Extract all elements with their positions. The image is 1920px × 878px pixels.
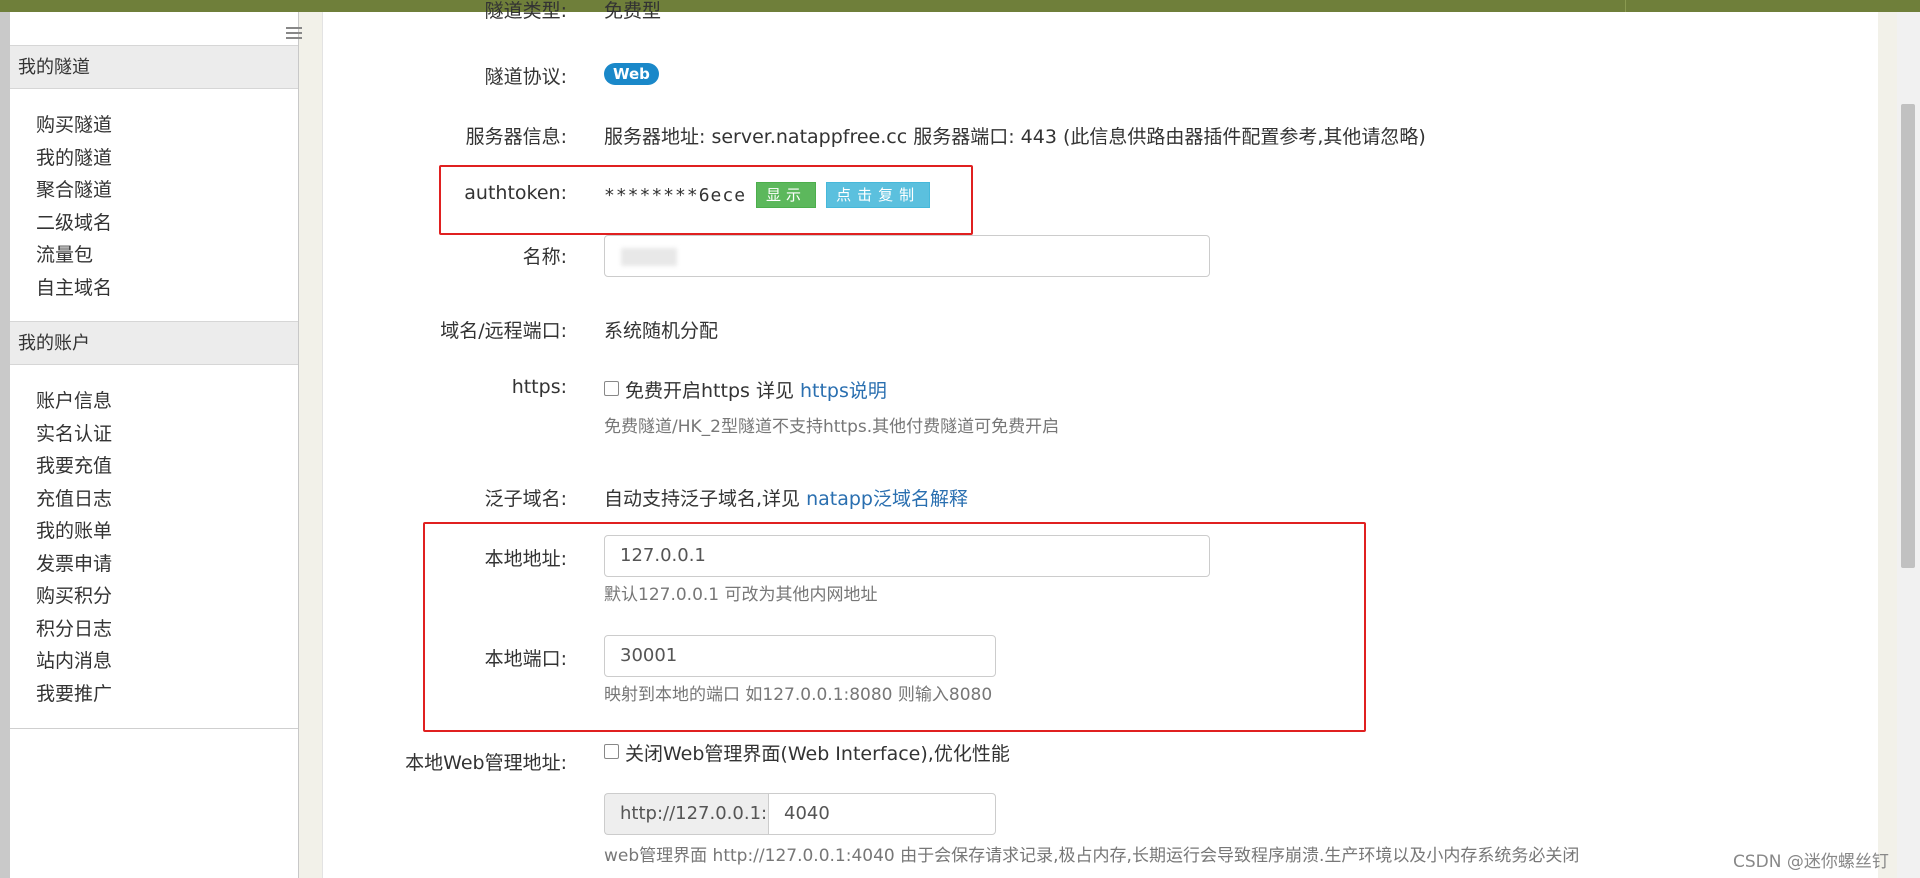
menu-toggle-icon[interactable] [286, 27, 302, 41]
https-checkbox-wrap: 免费开启https 详见 https说明 [604, 376, 887, 403]
sidebar-item-promote[interactable]: 我要推广 [36, 678, 112, 711]
https-doc-link[interactable]: https说明 [800, 380, 887, 402]
https-help: 免费隧道/HK_2型隧道不支持https.其他付费隧道可免费开启 [604, 417, 1060, 437]
web-admin-checkbox[interactable] [604, 744, 619, 759]
server-info-value: 服务器地址: server.natappfree.cc 服务器端口: 443 (… [604, 126, 1426, 148]
sidebar-item-real-name[interactable]: 实名认证 [36, 418, 112, 451]
wildcard-label: 泛子域名: [484, 488, 567, 510]
domain-port-label: 域名/远程端口: [440, 320, 567, 342]
wildcard-doc-link[interactable]: natapp泛域名解释 [806, 488, 968, 510]
sidebar-item-buy-points[interactable]: 购买积分 [36, 580, 112, 613]
protocol-label: 隧道协议: [484, 66, 567, 88]
top-bar-divider [1625, 0, 1626, 12]
sidebar-item-my-tunnel[interactable]: 我的隧道 [36, 142, 112, 175]
domain-port-value: 系统随机分配 [604, 320, 719, 342]
sidebar: 我的隧道 购买隧道 我的隧道 聚合隧道 二级域名 流量包 自主域名 我的账户 账… [10, 12, 302, 878]
highlight-box-authtoken [439, 165, 973, 235]
https-checkbox[interactable] [604, 381, 619, 396]
name-label: 名称: [522, 246, 567, 268]
sidebar-item-aggregate-tunnel[interactable]: 聚合隧道 [36, 174, 112, 207]
tunnel-form-panel: 隧道类型: 免费型 隧道协议: Web 服务器信息: 服务器地址: server… [322, 0, 1878, 878]
sidebar-item-buy-tunnel[interactable]: 购买隧道 [36, 109, 112, 142]
sidebar-edge [0, 12, 10, 878]
sidebar-item-account-info[interactable]: 账户信息 [36, 385, 112, 418]
sidebar-item-recharge-log[interactable]: 充值日志 [36, 483, 112, 516]
sidebar-tunnel-list: 购买隧道 我的隧道 聚合隧道 二级域名 流量包 自主域名 [36, 109, 112, 304]
sidebar-item-own-domain[interactable]: 自主域名 [36, 272, 112, 305]
top-bar [0, 0, 1920, 12]
server-info-label: 服务器信息: [465, 126, 567, 148]
protocol-value: Web [604, 62, 659, 85]
tunnel-type-value: 免费型 [604, 0, 662, 22]
sidebar-divider [10, 728, 298, 729]
redacted-name [621, 248, 677, 266]
scrollbar-thumb[interactable] [1901, 104, 1915, 568]
web-admin-help: web管理界面 http://127.0.0.1:4040 由于会保存请求记录,… [604, 846, 1580, 866]
highlight-box-local-config [423, 522, 1366, 732]
sidebar-item-subdomain[interactable]: 二级域名 [36, 207, 112, 240]
sidebar-section-account: 我的账户 [10, 321, 298, 365]
web-admin-checkbox-text: 关闭Web管理界面(Web Interface),优化性能 [625, 743, 1010, 765]
sidebar-section-tunnels: 我的隧道 [10, 45, 298, 89]
name-input[interactable] [604, 235, 1210, 277]
web-admin-url-prefix: http://127.0.0.1: [604, 793, 768, 835]
sidebar-item-points-log[interactable]: 积分日志 [36, 613, 112, 646]
web-admin-label: 本地Web管理地址: [405, 752, 567, 774]
web-admin-port-input[interactable]: 4040 [768, 793, 996, 835]
https-checkbox-text: 免费开启https 详见 [625, 380, 800, 402]
sidebar-account-list: 账户信息 实名认证 我要充值 充值日志 我的账单 发票申请 购买积分 积分日志 … [36, 385, 112, 710]
scrollbar[interactable] [1897, 12, 1920, 878]
sidebar-item-recharge[interactable]: 我要充值 [36, 450, 112, 483]
sidebar-item-invoice[interactable]: 发票申请 [36, 548, 112, 581]
protocol-badge: Web [604, 63, 659, 85]
sidebar-item-traffic-pack[interactable]: 流量包 [36, 239, 112, 272]
sidebar-item-my-bill[interactable]: 我的账单 [36, 515, 112, 548]
tunnel-type-label: 隧道类型: [484, 0, 567, 22]
watermark: CSDN @迷你螺丝钉 [1733, 852, 1889, 872]
wildcard-text-wrap: 自动支持泛子域名,详见 natapp泛域名解释 [604, 484, 968, 511]
https-label: https: [511, 376, 567, 398]
sidebar-item-messages[interactable]: 站内消息 [36, 645, 112, 678]
web-admin-checkbox-wrap: 关闭Web管理界面(Web Interface),优化性能 [604, 739, 1010, 766]
wildcard-text: 自动支持泛子域名,详见 [604, 488, 807, 510]
